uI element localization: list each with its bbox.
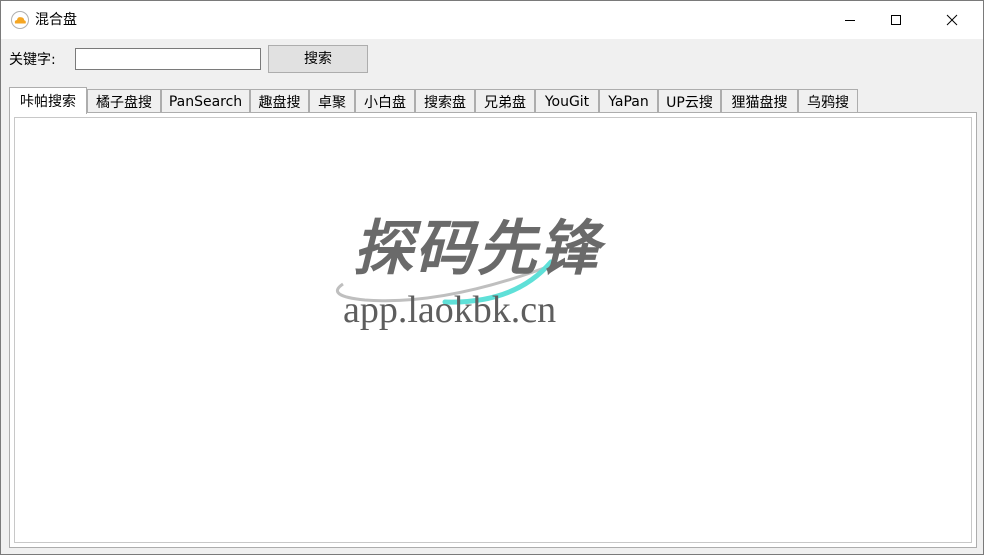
maximize-button[interactable] — [873, 1, 919, 39]
minimize-button[interactable] — [827, 1, 873, 39]
tab-content-panel: 探码先锋 app.laokbk.cn — [9, 112, 977, 548]
watermark-url: app.laokbk.cn — [343, 289, 557, 331]
search-button[interactable]: 搜索 — [268, 45, 368, 73]
tab-sousuopan[interactable]: 搜索盘 — [415, 89, 475, 113]
title-bar[interactable]: 混合盘 — [1, 1, 983, 39]
tab-wuyasou[interactable]: 乌鸦搜 — [798, 89, 858, 113]
minimize-icon — [845, 20, 855, 21]
tab-yougit[interactable]: YouGit — [535, 89, 599, 113]
watermark-logo: 探码先锋 app.laokbk.cn — [325, 214, 685, 344]
keyword-label: 关键字: — [9, 52, 56, 68]
tab-limao-pansou[interactable]: 狸猫盘搜 — [721, 89, 798, 113]
results-area: 探码先锋 app.laokbk.cn — [14, 117, 972, 543]
keyword-input[interactable] — [75, 48, 261, 70]
tab-juzi-pansou[interactable]: 橘子盘搜 — [87, 89, 161, 113]
tab-qupansou[interactable]: 趣盘搜 — [250, 89, 309, 113]
tab-xiongdipan[interactable]: 兄弟盘 — [475, 89, 535, 113]
cloud-app-icon — [11, 11, 29, 29]
tab-pansearch[interactable]: PanSearch — [161, 89, 250, 113]
tab-yapan[interactable]: YaPan — [599, 89, 658, 113]
watermark-title: 探码先锋 — [353, 214, 601, 284]
tab-xiaobaipan[interactable]: 小白盘 — [355, 89, 415, 113]
app-window: 混合盘 关键字: 搜索 咔帕搜索 橘子盘搜 PanSearch 趣盘搜 卓聚 小… — [0, 0, 984, 555]
close-icon — [946, 14, 958, 26]
maximize-icon — [891, 15, 901, 25]
tab-zhuoju[interactable]: 卓聚 — [309, 89, 355, 113]
tab-up-yunsou[interactable]: UP云搜 — [658, 89, 721, 113]
close-button[interactable] — [929, 1, 975, 39]
window-title: 混合盘 — [35, 12, 77, 28]
tab-kapa-search[interactable]: 咔帕搜索 — [9, 87, 87, 114]
